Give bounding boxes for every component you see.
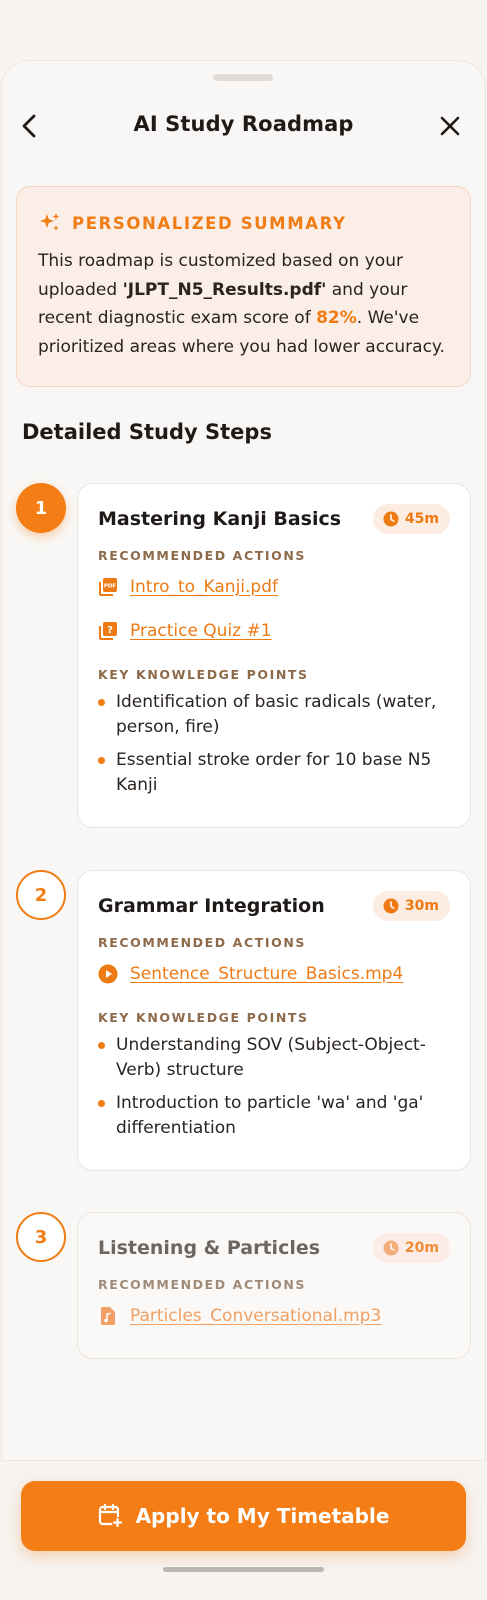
- svg-text:PDF: PDF: [104, 584, 117, 590]
- pdf-icon: PDF: [99, 578, 117, 596]
- key-knowledge-label: KEY KNOWLEDGE POINTS: [98, 1010, 309, 1025]
- close-button[interactable]: [430, 106, 470, 146]
- svg-text:?: ?: [107, 625, 113, 636]
- quiz-icon: ?: [99, 622, 117, 640]
- apply-to-timetable-button[interactable]: Apply to My Timetable: [21, 1481, 466, 1551]
- action-link-label[interactable]: Practice Quiz #1: [130, 621, 272, 641]
- summary-file-name: 'JLPT_N5_Results.pdf': [122, 279, 327, 300]
- knowledge-point: Essential stroke order for 10 base N5 Ka…: [98, 748, 450, 798]
- knowledge-points-list: Understanding SOV (Subject-Object-Verb) …: [98, 1033, 450, 1141]
- study-step-card[interactable]: Mastering Kanji Basics 45m RECOMMENDED A…: [77, 483, 471, 828]
- duration-text: 20m: [404, 1240, 439, 1256]
- clock-icon: [383, 511, 399, 527]
- home-indicator: [163, 1567, 324, 1572]
- step-number-badge: 2: [16, 870, 66, 920]
- recommended-actions-label: RECOMMENDED ACTIONS: [98, 1277, 306, 1292]
- step-title: Mastering Kanji Basics: [98, 508, 342, 530]
- action-link-audio[interactable]: Particles_Conversational.mp3: [98, 1304, 450, 1328]
- personalized-summary-card: PERSONALIZED SUMMARY This roadmap is cus…: [16, 186, 471, 387]
- action-link-quiz[interactable]: ? Practice Quiz #1: [98, 619, 450, 643]
- knowledge-points-list: Identification of basic radicals (water,…: [98, 690, 450, 798]
- step-number-badge: 3: [16, 1212, 66, 1262]
- knowledge-point: Understanding SOV (Subject-Object-Verb) …: [98, 1033, 450, 1083]
- step-title: Listening & Particles: [98, 1237, 321, 1259]
- audio-file-icon: [101, 1307, 115, 1325]
- action-link-label[interactable]: Sentence_Structure_Basics.mp4: [130, 964, 403, 984]
- play-circle-icon: [98, 964, 118, 984]
- action-link-label[interactable]: Particles_Conversational.mp3: [130, 1306, 381, 1326]
- summary-heading: PERSONALIZED SUMMARY: [72, 213, 347, 233]
- knowledge-point: Introduction to particle 'wa' and 'ga' d…: [98, 1091, 450, 1141]
- action-link-label[interactable]: Intro_to_Kanji.pdf: [130, 577, 278, 597]
- duration-text: 30m: [404, 898, 439, 914]
- step-title: Grammar Integration: [98, 895, 325, 917]
- duration-chip: 30m: [372, 891, 450, 921]
- action-link-video[interactable]: Sentence_Structure_Basics.mp4: [98, 962, 450, 986]
- section-title: Detailed Study Steps: [22, 420, 272, 444]
- cta-label: Apply to My Timetable: [135, 1504, 390, 1528]
- close-icon: [440, 116, 460, 136]
- duration-chip: 20m: [372, 1233, 450, 1263]
- duration-chip: 45m: [372, 504, 450, 534]
- key-knowledge-label: KEY KNOWLEDGE POINTS: [98, 667, 309, 682]
- study-step-card[interactable]: Listening & Particles 20m RECOMMENDED AC…: [77, 1212, 471, 1359]
- clock-icon: [383, 898, 399, 914]
- action-link-pdf[interactable]: PDF Intro_to_Kanji.pdf: [98, 575, 450, 599]
- step-number-badge: 1: [16, 483, 66, 533]
- recommended-actions-label: RECOMMENDED ACTIONS: [98, 935, 306, 950]
- header: AI Study Roadmap: [0, 100, 487, 150]
- study-step-card[interactable]: Grammar Integration 30m RECOMMENDED ACTI…: [77, 870, 471, 1171]
- knowledge-point: Identification of basic radicals (water,…: [98, 690, 450, 740]
- summary-score: 82%: [316, 308, 357, 328]
- calendar-add-icon: [98, 1503, 123, 1528]
- summary-text: This roadmap is customized based on your…: [38, 247, 450, 361]
- clock-icon: [383, 1240, 399, 1256]
- sparkle-icon: [40, 213, 60, 231]
- recommended-actions-label: RECOMMENDED ACTIONS: [98, 548, 306, 563]
- page-title: AI Study Roadmap: [133, 112, 354, 136]
- duration-text: 45m: [404, 511, 439, 527]
- sheet-grabber[interactable]: [213, 74, 273, 81]
